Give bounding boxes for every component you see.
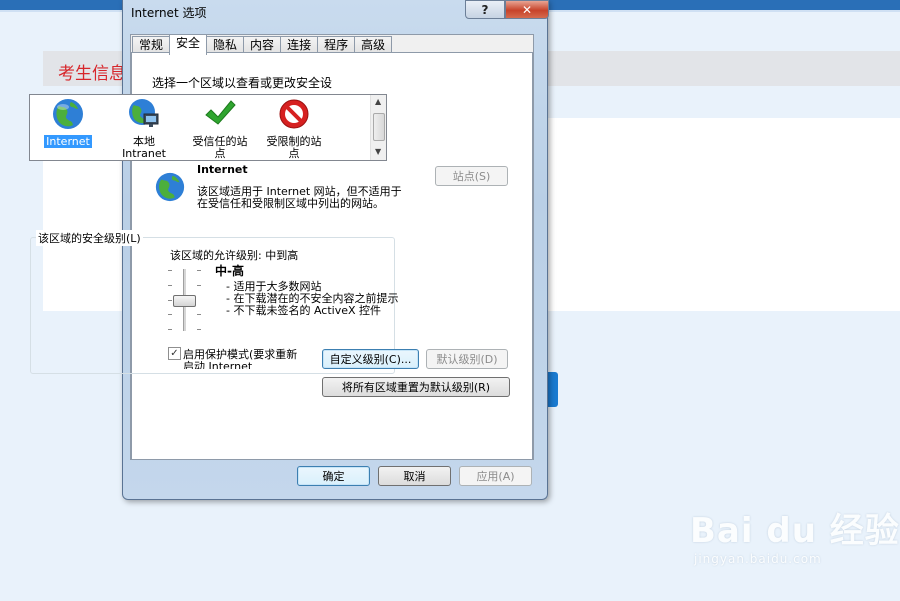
security-slider-thumb[interactable] — [173, 295, 196, 307]
security-level-group-title: 该区域的安全级别(L) — [36, 230, 143, 246]
zone-restricted-sites-label: 受限制的站点 — [266, 135, 322, 160]
local-intranet-icon — [129, 99, 159, 127]
zone-local-intranet-label: 本地 Intranet — [122, 135, 166, 160]
zone-trusted-sites[interactable]: 受信任的站点 — [182, 97, 258, 160]
apply-button[interactable]: 应用(A) — [459, 466, 532, 486]
slider-tick — [197, 329, 201, 330]
slider-tick — [168, 285, 172, 286]
zone-list-scrollbar[interactable]: ▲ ▼ — [370, 95, 386, 160]
allowed-levels-label: 该区域的允许级别: 中到高 — [170, 249, 299, 262]
slider-tick — [197, 270, 201, 271]
sites-button[interactable]: 站点(S) — [435, 166, 508, 186]
zone-local-intranet[interactable]: 本地 Intranet — [106, 97, 182, 160]
dialog-title: Internet 选项 — [131, 6, 207, 20]
level-bullet-3: - 不下载未签名的 ActiveX 控件 — [226, 304, 382, 317]
tab-security[interactable]: 安全 — [169, 34, 208, 55]
slider-tick — [168, 329, 172, 330]
zone-internet-label: Internet — [44, 135, 92, 148]
page-section-title: 考生信息 — [58, 64, 126, 84]
close-button[interactable]: ✕ — [505, 0, 549, 19]
help-button[interactable]: ? — [465, 0, 505, 19]
security-level-name: 中-高 — [215, 264, 244, 278]
tab-strip: 常规 安全 隐私 内容 连接 程序 高级 — [132, 34, 393, 55]
default-level-button[interactable]: 默认级别(D) — [426, 349, 508, 369]
reset-all-zones-button[interactable]: 将所有区域重置为默认级别(R) — [322, 377, 510, 397]
zone-list: Internet 本地 Intranet 受信任的站点 受限制的站点 ▲ ▼ — [29, 94, 387, 161]
zone-internet[interactable]: Internet — [30, 97, 106, 148]
cancel-button[interactable]: 取消 — [378, 466, 451, 486]
scroll-thumb[interactable] — [373, 113, 385, 141]
scroll-up-icon[interactable]: ▲ — [375, 97, 381, 106]
zone-info-name: Internet — [197, 163, 248, 176]
protected-mode-checkbox[interactable]: ✓ — [168, 347, 181, 360]
slider-tick — [197, 285, 201, 286]
slider-tick — [197, 314, 201, 315]
zone-trusted-sites-label: 受信任的站点 — [192, 135, 248, 160]
ok-button[interactable]: 确定 — [297, 466, 370, 486]
slider-tick — [168, 270, 172, 271]
globe-icon — [53, 99, 83, 129]
no-entry-icon — [279, 99, 309, 129]
checkmark-icon — [205, 100, 236, 125]
zone-prompt: 选择一个区域以查看或更改安全设 — [152, 76, 333, 90]
slider-tick — [168, 314, 172, 315]
title-bar-buttons: ? ✕ — [465, 0, 549, 19]
watermark-url: jingyan.baidu.com — [694, 552, 822, 566]
custom-level-button[interactable]: 自定义级别(C)... — [322, 349, 419, 369]
slider-tick — [168, 300, 172, 301]
zone-restricted-sites[interactable]: 受限制的站点 — [256, 97, 332, 160]
scroll-down-icon[interactable]: ▼ — [375, 147, 381, 156]
internet-zone-globe-icon — [155, 172, 185, 202]
baidu-watermark: Bai du 经验 jingyan.baidu.com — [690, 503, 900, 566]
watermark-logo-text: Bai du 经验 — [690, 511, 900, 551]
protected-mode-label-2: 启动 Internet — [183, 360, 253, 369]
zone-info-description-2: 在受信任和受限制区域中列出的网站。 — [197, 197, 384, 210]
